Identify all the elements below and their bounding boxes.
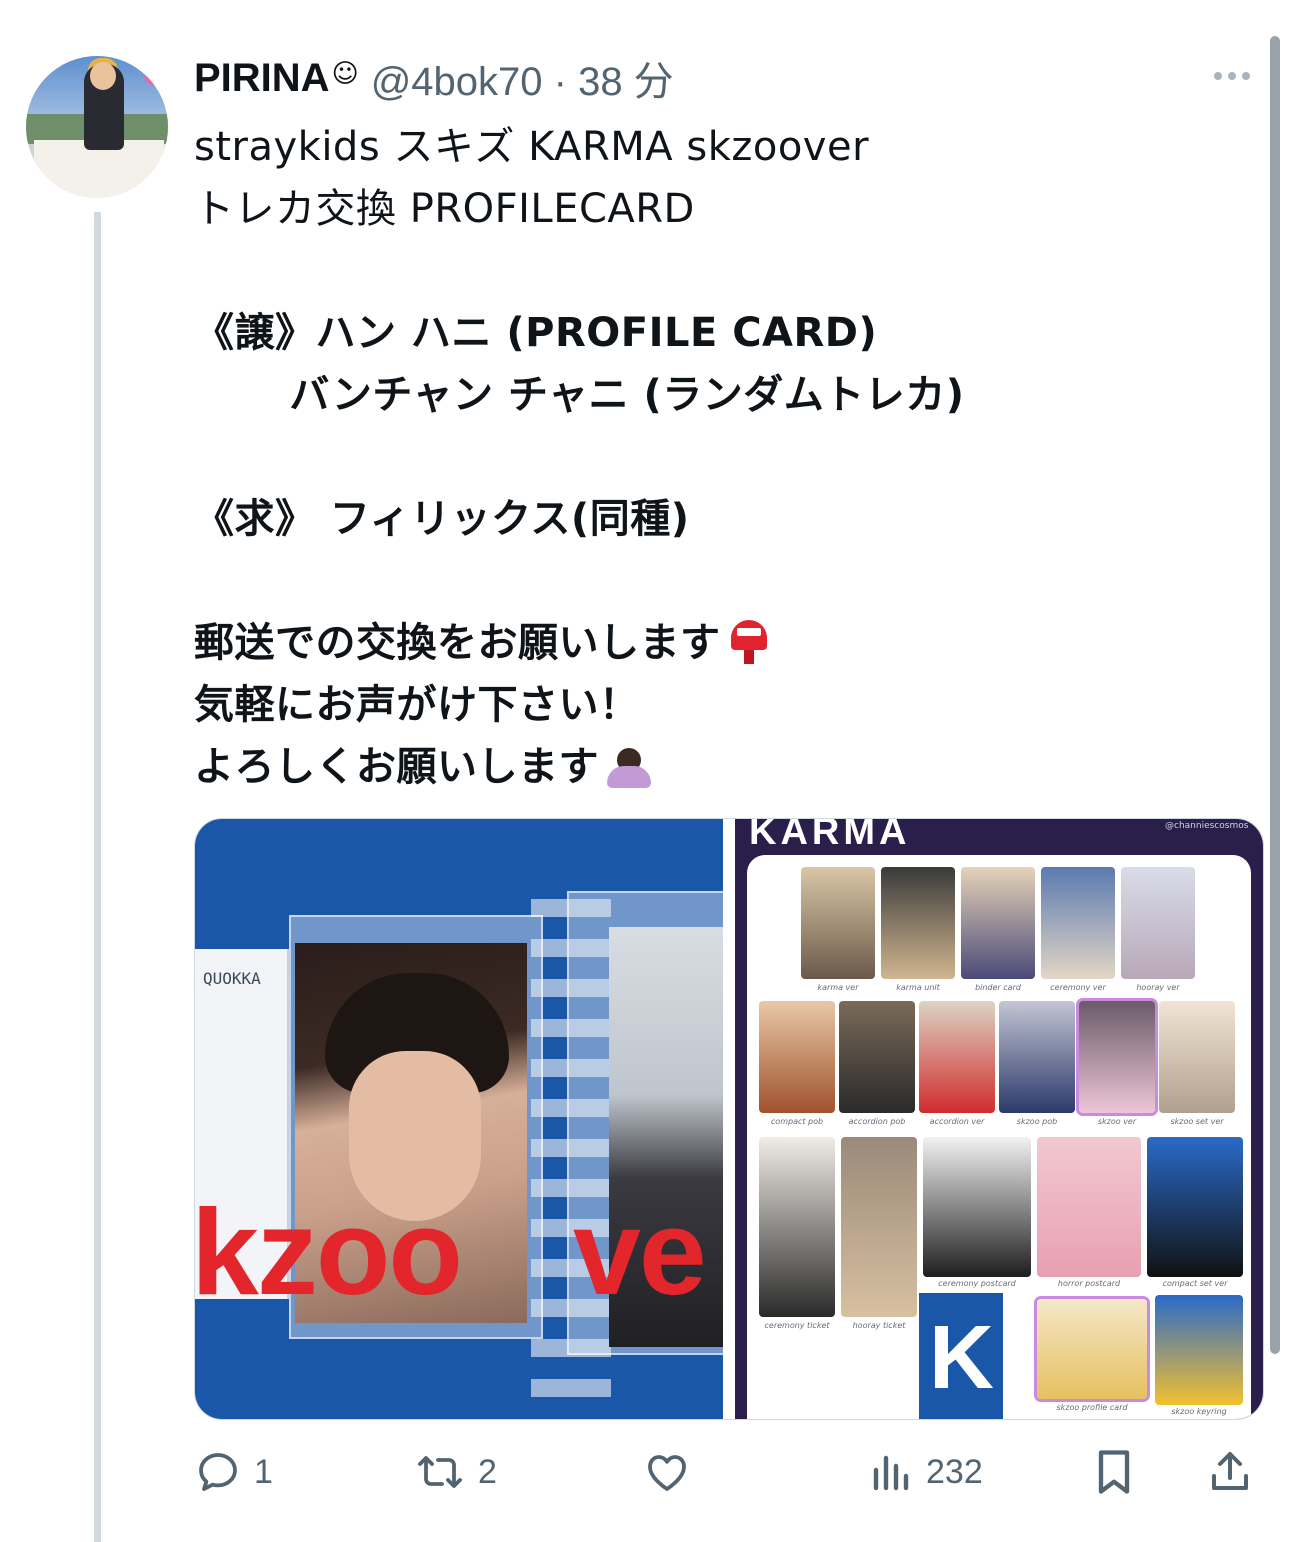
tweet-line: straykids スキズ KARMA skzoover: [194, 124, 870, 170]
photocard: [1041, 867, 1115, 979]
photocard: [919, 1001, 995, 1113]
share-button[interactable]: [1206, 1442, 1254, 1502]
share-icon: [1212, 1452, 1248, 1490]
photocard: [1037, 1137, 1141, 1277]
tweet-line: 《譲》ハン ハニ (PROFILE CARD): [194, 310, 878, 356]
tweet-line: [194, 550, 1254, 612]
photocard-label: accordion ver: [929, 1117, 985, 1126]
author-name[interactable]: PIRINA: [194, 56, 330, 101]
retweet-icon: [418, 1456, 462, 1488]
views-icon: [873, 1455, 909, 1491]
tweet-line-bow: よろしくお願いします: [194, 736, 1254, 798]
photocard-label: accordion pob: [848, 1117, 906, 1126]
tweet-text: straykids スキズ KARMA skzoover トレカ交換 PROFI…: [194, 116, 1254, 798]
photocard-label: hooray ver: [1136, 983, 1180, 992]
photocard: [923, 1137, 1031, 1277]
avatar[interactable]: [26, 56, 168, 198]
media-divider: [723, 819, 735, 1419]
tweet-line-text: 郵送での交換をお願いします: [194, 620, 721, 666]
thread-line: [94, 212, 101, 1542]
bookmark-icon: [1098, 1450, 1130, 1494]
reply-count: 1: [254, 1452, 273, 1491]
photocard-wanted: [1079, 1001, 1155, 1113]
retweet-count: 2: [478, 1452, 497, 1491]
tweet-line: [194, 240, 1254, 302]
media-image-right[interactable]: KARMA @channiescosmos karma ver karma un…: [735, 819, 1263, 1419]
reply-icon: [199, 1453, 237, 1491]
tweet-line-mailbox: 郵送での交換をお願いします: [194, 612, 1254, 674]
red-caption-2: ve: [573, 1184, 707, 1320]
tweet-line: 気軽にお声がけ下さい！: [194, 682, 640, 728]
tweet-line: [194, 426, 1254, 488]
photocard-label: skzoo profile card: [1056, 1403, 1128, 1412]
views-button[interactable]: 232: [870, 1442, 983, 1502]
photocard-label: ceremony postcard: [938, 1279, 1016, 1288]
photocard-label: skzoo ver: [1097, 1117, 1137, 1126]
tweet-line: バンチャン チャニ (ランダムトレカ): [194, 372, 965, 418]
image-credit: @channiescosmos: [1165, 821, 1249, 831]
action-bar: 1 2 232: [194, 1442, 1262, 1502]
mailbox-icon: [729, 620, 769, 664]
views-count: 232: [926, 1452, 983, 1491]
like-button[interactable]: [642, 1442, 692, 1502]
photocard-label: hooray ticket: [852, 1321, 906, 1330]
tweet-header: PIRINA ☺ @4bok70 · 38 分: [194, 49, 674, 107]
photocard: [1147, 1137, 1243, 1277]
photocard-label: karma unit: [896, 983, 940, 992]
photocard: [1155, 1295, 1243, 1405]
media-grid: QUOKKA kzoo ve KARMA @channiescosmos kar…: [194, 818, 1264, 1420]
photocard-label: ceremony ver: [1050, 983, 1106, 992]
photocard-label: skzoo pob: [1016, 1117, 1058, 1126]
photocard: [801, 867, 875, 979]
tweet-line-text: よろしくお願いします: [194, 744, 599, 790]
photocard: [1159, 1001, 1235, 1113]
album-k-logo: K: [919, 1293, 1003, 1419]
photocard-label: skzoo set ver: [1170, 1117, 1224, 1126]
author-emoji: ☺: [331, 59, 359, 89]
sleeve-card-text: QUOKKA: [203, 969, 261, 988]
photocard: [961, 867, 1035, 979]
photocard: [1121, 867, 1195, 979]
red-caption-1: kzoo: [195, 1184, 463, 1320]
photocard-label: compact set ver: [1162, 1279, 1228, 1288]
retweet-button[interactable]: 2: [414, 1442, 497, 1502]
photocard-label: horror postcard: [1057, 1279, 1121, 1288]
more-icon[interactable]: [1214, 72, 1250, 80]
author-handle-time[interactable]: @4bok70 · 38 分: [371, 49, 674, 107]
bookmark-button[interactable]: [1092, 1442, 1136, 1502]
photocard: [999, 1001, 1075, 1113]
heart-icon: [648, 1455, 686, 1491]
photocard-label: ceremony ticket: [764, 1321, 830, 1330]
scrollbar[interactable]: [1270, 36, 1280, 1354]
reply-button[interactable]: 1: [194, 1442, 273, 1502]
photocard-label: binder card: [975, 983, 1021, 992]
photocard: [841, 1137, 917, 1317]
photocard-label: compact pob: [770, 1117, 824, 1126]
photocard: [881, 867, 955, 979]
tweet-line: 《求》 フィリックス(同種): [194, 496, 690, 542]
photocard-label: karma ver: [817, 983, 859, 992]
photocard: [839, 1001, 915, 1113]
photocard: [759, 1001, 835, 1113]
photocard-label: skzoo keyring: [1171, 1407, 1227, 1416]
media-image-left[interactable]: QUOKKA kzoo ve: [195, 819, 723, 1419]
photocard-wanted: [1037, 1299, 1147, 1399]
tweet-line: トレカ交換 PROFILECARD: [194, 186, 695, 232]
album-title-fragment: KARMA: [749, 819, 911, 853]
photocard: [759, 1137, 835, 1317]
bowing-person-icon: [603, 742, 655, 788]
